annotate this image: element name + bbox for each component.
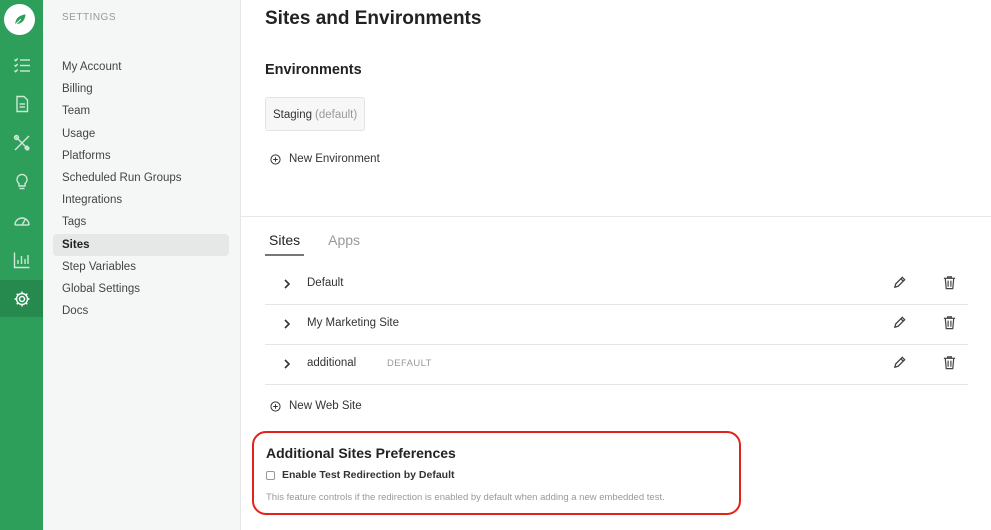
new-environment-label: New Environment <box>289 153 380 165</box>
environment-chip-staging[interactable]: Staging (default) <box>265 97 366 131</box>
trash-icon[interactable] <box>942 275 957 290</box>
site-name: additional <box>307 357 357 369</box>
pencil-icon[interactable] <box>892 355 907 370</box>
site-name: My Marketing Site <box>307 317 400 329</box>
section-divider <box>241 216 991 217</box>
new-web-site-label: New Web Site <box>289 400 362 412</box>
document-icon[interactable] <box>0 85 43 122</box>
sidebar-item-scheduled-run-groups[interactable]: Scheduled Run Groups <box>53 167 229 189</box>
new-environment-button[interactable]: New Environment <box>270 153 380 165</box>
trash-icon[interactable] <box>942 355 957 370</box>
sidebar-item-my-account[interactable]: My Account <box>53 56 229 78</box>
app-rail <box>0 0 43 530</box>
tab-sites[interactable]: Sites <box>265 232 305 256</box>
pencil-icon[interactable] <box>892 315 907 330</box>
sidebar-item-tags[interactable]: Tags <box>53 211 229 233</box>
chevron-right-icon[interactable] <box>282 358 292 370</box>
checkbox-label: Enable Test Redirection by Default <box>282 469 455 481</box>
sidebar-heading: SETTINGS <box>62 12 117 23</box>
sites-apps-tabs: Sites Apps <box>265 232 364 256</box>
sidebar-nav: My Account Billing Team Usage Platforms … <box>53 56 229 322</box>
environment-name: Staging <box>273 109 313 121</box>
site-row[interactable]: additional DEFAULT <box>265 345 968 385</box>
plus-circle-icon <box>270 153 281 165</box>
tools-icon[interactable] <box>0 124 43 161</box>
pencil-icon[interactable] <box>892 275 907 290</box>
sidebar-item-team[interactable]: Team <box>53 100 229 122</box>
preferences-title: Additional Sites Preferences <box>266 445 456 461</box>
checklist-icon[interactable] <box>0 46 43 83</box>
lightbulb-icon[interactable] <box>0 163 43 200</box>
additional-sites-preferences: Additional Sites Preferences Enable Test… <box>252 431 741 515</box>
checkbox-box[interactable] <box>266 470 275 480</box>
speedometer-icon[interactable] <box>0 202 43 239</box>
sidebar-item-docs[interactable]: Docs <box>53 300 229 322</box>
default-site-badge: DEFAULT <box>387 358 432 369</box>
sidebar-item-usage[interactable]: Usage <box>53 123 229 145</box>
sidebar-item-global-settings[interactable]: Global Settings <box>53 278 229 300</box>
sidebar-item-step-variables[interactable]: Step Variables <box>53 256 229 278</box>
chevron-right-icon[interactable] <box>282 278 292 290</box>
tab-apps[interactable]: Apps <box>324 232 364 256</box>
sites-list: Default My Marketing Site additional DEF… <box>265 265 968 385</box>
test-redirection-checkbox[interactable]: Enable Test Redirection by Default <box>266 469 455 481</box>
site-name: Default <box>307 277 344 289</box>
sidebar-item-sites[interactable]: Sites <box>53 233 229 256</box>
settings-sidebar: SETTINGS My Account Billing Team Usage P… <box>43 0 241 530</box>
page-title: Sites and Environments <box>265 8 482 29</box>
bar-chart-icon[interactable] <box>0 241 43 278</box>
environments-heading: Environments <box>265 62 362 78</box>
environment-default-tag: (default) <box>315 109 358 121</box>
sidebar-item-integrations[interactable]: Integrations <box>53 189 229 211</box>
chevron-right-icon[interactable] <box>282 318 292 330</box>
sidebar-item-billing[interactable]: Billing <box>53 78 229 100</box>
site-row[interactable]: Default <box>265 265 968 305</box>
plus-circle-icon <box>270 400 281 412</box>
new-web-site-button[interactable]: New Web Site <box>270 400 362 412</box>
preferences-help-text: This feature controls if the redirection… <box>266 492 665 503</box>
gear-icon[interactable] <box>0 280 43 317</box>
trash-icon[interactable] <box>942 315 957 330</box>
main-content: Sites and Environments Environments Stag… <box>241 0 991 530</box>
leaf-icon[interactable] <box>4 4 35 35</box>
sidebar-item-platforms[interactable]: Platforms <box>53 145 229 167</box>
site-row[interactable]: My Marketing Site <box>265 305 968 345</box>
